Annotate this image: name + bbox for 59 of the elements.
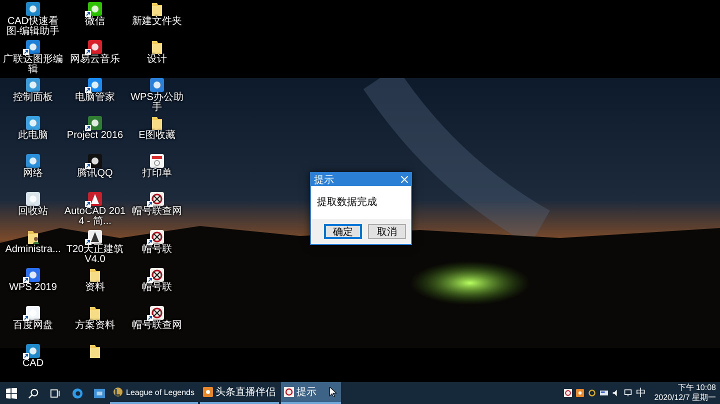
dialog-title: 提示	[314, 174, 334, 186]
display-icon[interactable]	[600, 389, 608, 397]
desktop-icon-label[interactable]: Administra...	[2, 245, 64, 255]
emblem-icon	[284, 387, 294, 397]
desktop-icon-label[interactable]: AutoCAD 2014 - 简...	[64, 207, 126, 227]
g-logo-icon[interactable]	[588, 389, 596, 397]
desktop-icon-label[interactable]: 方案资料	[64, 321, 126, 331]
desktop-icon-label[interactable]: Project 2016	[64, 131, 126, 141]
emblem-icon	[149, 305, 165, 321]
network-icon[interactable]	[624, 389, 632, 397]
app-tile-icon[interactable]	[576, 389, 584, 397]
desktop-icon-label[interactable]: 新建文件夹	[126, 17, 188, 27]
mouse-cursor-icon	[328, 387, 338, 397]
desktop-icon-label[interactable]: WPS 2019	[2, 283, 64, 293]
search-icon[interactable]	[28, 388, 38, 398]
desktop-icon-label[interactable]: E图收藏	[126, 131, 188, 141]
desktop-icon-label[interactable]: CAD	[2, 359, 64, 369]
user-folder-icon	[25, 229, 41, 245]
dialog-message: 提取数据完成	[316, 196, 378, 210]
folder-icon	[149, 1, 165, 17]
folder-icon	[87, 343, 103, 359]
folder-icon	[87, 267, 103, 283]
taskbar-button[interactable]: 头条直播伴侣	[200, 382, 279, 404]
dialog-button[interactable]: 确定	[324, 224, 362, 239]
desktop-icon-label[interactable]: 回收站	[2, 207, 64, 217]
app-tile-icon	[202, 387, 213, 397]
desktop-icon-label[interactable]: 微信	[64, 17, 126, 27]
taskbar-button[interactable]: League of Legends	[110, 382, 198, 404]
emblem-icon	[149, 267, 165, 283]
desktop-icon-label[interactable]: T20天正建筑 V4.0	[64, 245, 126, 265]
desktop-icon-label[interactable]: 控制面板	[2, 93, 64, 103]
emblem-icon	[149, 191, 165, 207]
dialog-button[interactable]: 取消	[368, 224, 406, 239]
clock-date[interactable]: 2020/12/7 星期一	[654, 393, 716, 403]
windows-start-icon[interactable]	[6, 388, 16, 398]
desktop-icon-label[interactable]: 网络	[2, 169, 64, 179]
emblem-icon[interactable]	[564, 389, 572, 397]
taskbar-button[interactable]: 提示	[280, 382, 341, 404]
close-icon[interactable]	[401, 176, 408, 183]
folder-icon	[149, 39, 165, 55]
desktop-icon-label[interactable]: CAD快速看图-编辑助手	[2, 17, 64, 37]
folder-icon	[87, 305, 103, 321]
triangle-logo-icon	[87, 191, 103, 207]
desktop-icon-label[interactable]: 打印单	[126, 169, 188, 179]
task-view-icon[interactable]	[50, 388, 60, 398]
pdf-file-icon	[149, 153, 165, 169]
input-method-indicator[interactable]: 中	[636, 386, 646, 400]
desktop-icon-label[interactable]: 帽号联	[126, 283, 188, 293]
folder-icon	[149, 115, 165, 131]
game-logo-icon	[113, 387, 123, 397]
clock-time[interactable]: 下午 10:08	[654, 383, 716, 393]
desktop-icon-label[interactable]: 帽号联	[126, 245, 188, 255]
t-logo-icon	[87, 229, 103, 245]
desktop-icon-label[interactable]: 资料	[64, 283, 126, 293]
desktop-icon-label[interactable]: 设计	[126, 55, 188, 65]
desktop-icon-label[interactable]: 此电脑	[2, 131, 64, 141]
emblem-icon	[149, 229, 165, 245]
desktop-icon-label[interactable]: 腾讯QQ	[64, 169, 126, 179]
desktop-icon-label[interactable]: WPS办公助手	[126, 93, 188, 113]
